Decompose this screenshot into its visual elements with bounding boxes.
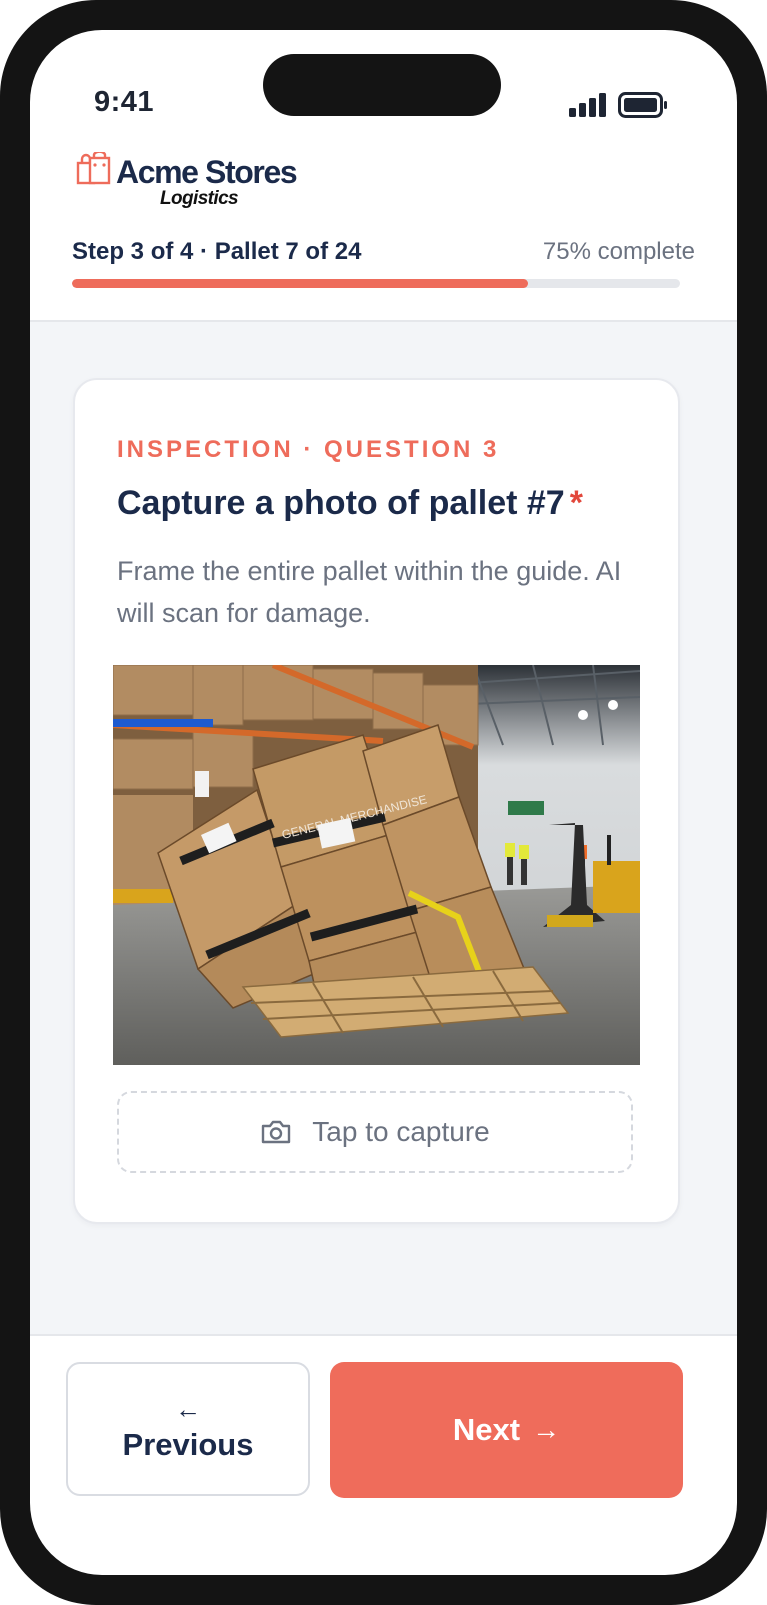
arrow-right-icon: → — [532, 1414, 561, 1445]
capture-button[interactable]: Tap to capture — [117, 1091, 633, 1173]
previous-label: Previous — [122, 1427, 254, 1462]
question-title-text: Capture a photo of pallet #7 — [117, 484, 565, 522]
pallet-photo: GENERAL MERCHANDISE — [113, 665, 640, 1065]
brand-subtitle: Logistics — [160, 188, 239, 209]
question-description: Frame the entire pallet within the guide… — [117, 556, 622, 628]
signal-icon — [569, 93, 606, 117]
progress-label: Step 3 of 4 · Pallet 7 of 24 — [72, 238, 362, 265]
question-eyebrow: INSPECTION · QUESTION 3 — [117, 436, 500, 463]
progress-fill — [72, 279, 528, 288]
previous-button[interactable]: ← Previous — [66, 1362, 310, 1496]
capture-label: Tap to capture — [312, 1116, 490, 1147]
progress-percent: 75% complete — [542, 238, 695, 265]
question-title: Capture a photo of pallet #7 * — [117, 484, 583, 523]
camera-icon — [262, 1120, 291, 1144]
battery-icon — [618, 92, 667, 118]
footer-divider — [30, 1334, 737, 1336]
progress-bar — [72, 279, 680, 288]
next-label: Next — [452, 1412, 521, 1447]
question-card: INSPECTION · QUESTION 3 Capture a photo … — [73, 378, 680, 1224]
arrow-left-icon: ← — [175, 1394, 201, 1424]
next-button[interactable]: Next → — [330, 1362, 683, 1498]
brand-name: Acme Stores — [116, 154, 298, 190]
phone-frame: 9:41 Acme Stores Logistics Step 3 of 4 ·… — [0, 0, 767, 1605]
required-indicator: * — [569, 484, 583, 522]
dynamic-island — [263, 54, 501, 116]
app-screen: 9:41 Acme Stores Logistics Step 3 of 4 ·… — [30, 30, 737, 1575]
status-time: 9:41 — [94, 86, 155, 118]
shopping-bags-icon — [76, 152, 111, 185]
